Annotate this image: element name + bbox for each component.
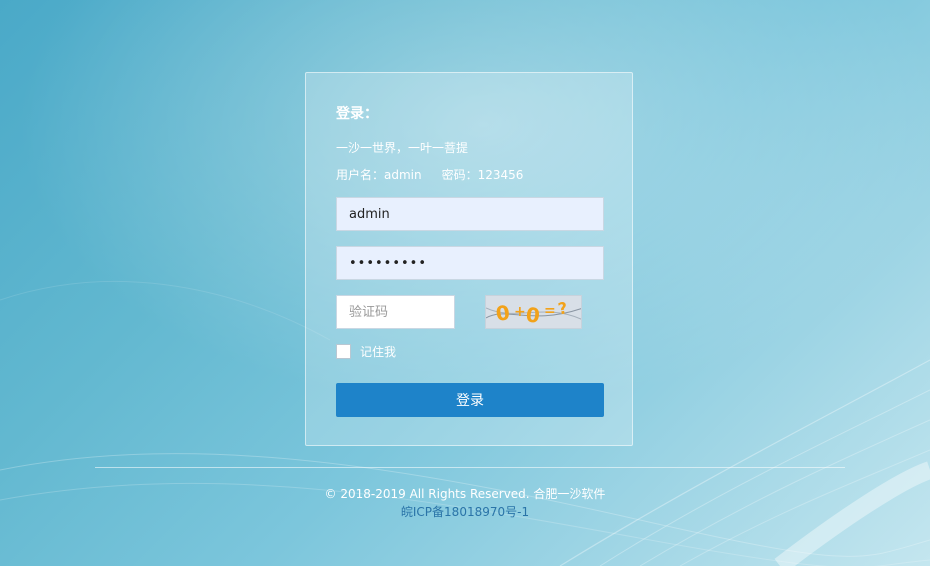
password-hint: 密码：123456 [441, 168, 524, 182]
copyright-text: © 2018-2019 All Rights Reserved. 合肥一沙软件 [324, 487, 606, 501]
captcha-input[interactable] [336, 295, 455, 329]
motto-text: 一沙一世界，一叶一菩提 [336, 141, 469, 155]
captcha-image[interactable]: 0 + 0 = ? [485, 295, 582, 329]
remember-checkbox[interactable] [336, 344, 351, 359]
icp-link[interactable]: 皖ICP备18018970号-1 [0, 503, 930, 520]
svg-text:=: = [544, 303, 556, 319]
login-title: 登录： [336, 106, 378, 122]
username-input[interactable] [336, 197, 604, 231]
svg-text:+: + [514, 304, 526, 320]
login-panel: 登录： 一沙一世界，一叶一菩提 用户名：admin 密码：123456 0 + 0… [305, 72, 633, 446]
remember-label[interactable]: 记住我 [360, 343, 396, 360]
login-button[interactable]: 登录 [336, 383, 604, 417]
svg-text:0: 0 [525, 302, 541, 327]
username-hint: 用户名：admin [336, 168, 422, 182]
footer-divider [95, 467, 845, 468]
password-input[interactable] [336, 246, 604, 280]
credentials-hint: 用户名：admin 密码：123456 [336, 166, 523, 183]
remember-me[interactable]: 记住我 [336, 343, 396, 360]
